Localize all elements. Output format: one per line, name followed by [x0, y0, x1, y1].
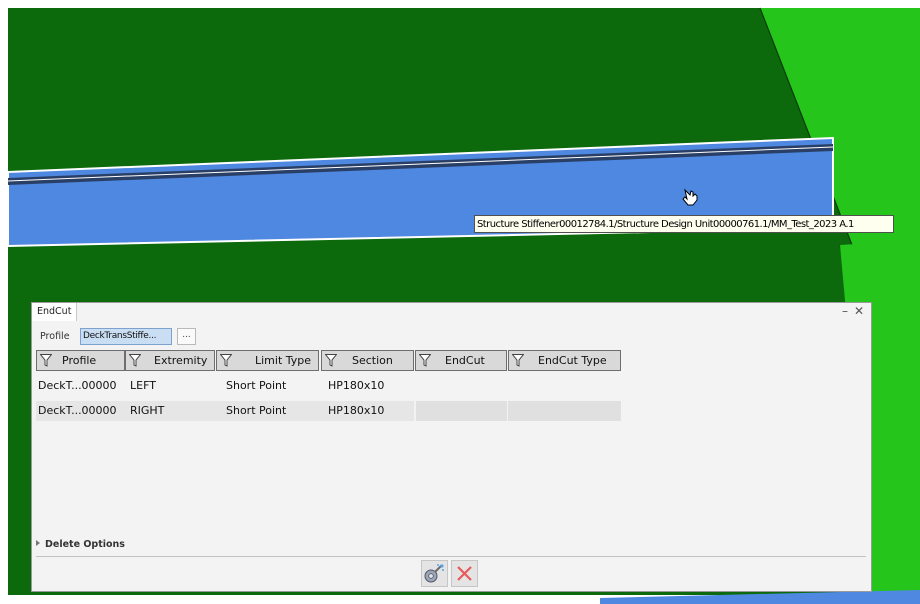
- cell-limit-type[interactable]: Short Point: [216, 401, 319, 421]
- profile-label: Profile: [40, 331, 70, 342]
- cell-profile[interactable]: DeckT...00000: [36, 401, 125, 421]
- object-path-tooltip: Structure Stiffener00012784.1/Structure …: [474, 215, 894, 233]
- cell-endcut-type[interactable]: [508, 376, 621, 396]
- cell-profile[interactable]: DeckT...00000: [36, 376, 125, 396]
- col-header-profile[interactable]: Profile: [36, 350, 125, 371]
- divider: [36, 556, 866, 557]
- minimize-icon[interactable]: –: [838, 303, 852, 321]
- panel-title: EndCut: [32, 303, 78, 321]
- col-header-label: Section: [352, 354, 393, 367]
- filter-icon[interactable]: [512, 354, 524, 367]
- col-header-label: Limit Type: [255, 354, 312, 367]
- filter-icon[interactable]: [40, 354, 52, 367]
- cell-limit-type[interactable]: Short Point: [224, 376, 319, 396]
- col-header-label: Profile: [62, 354, 97, 367]
- delete-options-label: Delete Options: [45, 539, 125, 550]
- cell-section[interactable]: HP180x10: [326, 376, 414, 396]
- filter-icon[interactable]: [325, 354, 337, 367]
- col-header-endcut[interactable]: EndCut: [415, 350, 507, 371]
- col-header-label: EndCut Type: [538, 354, 607, 367]
- panel-titlebar: EndCut – ✕: [32, 303, 871, 321]
- endcut-panel: EndCut – ✕ Profile DeckTransStiffe... ..…: [31, 302, 872, 592]
- apply-button[interactable]: [421, 560, 448, 587]
- col-header-limit-type[interactable]: Limit Type: [216, 350, 319, 371]
- cell-endcut[interactable]: [416, 401, 507, 421]
- cell-endcut-type[interactable]: [508, 401, 621, 421]
- col-header-extremity[interactable]: Extremity: [125, 350, 215, 371]
- profile-browse-button[interactable]: ...: [177, 328, 196, 345]
- delete-options-expander[interactable]: Delete Options: [36, 539, 125, 551]
- cell-extremity[interactable]: RIGHT: [125, 401, 216, 421]
- filter-icon[interactable]: [220, 354, 232, 367]
- col-header-label: EndCut: [445, 354, 485, 367]
- filter-icon[interactable]: [129, 354, 141, 367]
- cell-section[interactable]: HP180x10: [319, 401, 414, 421]
- col-header-endcut-type[interactable]: EndCut Type: [508, 350, 621, 371]
- expand-triangle-icon: [36, 540, 40, 546]
- profile-combo[interactable]: DeckTransStiffe...: [80, 328, 172, 345]
- cancel-button[interactable]: [451, 560, 478, 587]
- cell-endcut[interactable]: [416, 376, 507, 396]
- cell-extremity[interactable]: LEFT: [128, 376, 215, 396]
- col-header-label: Extremity: [154, 354, 208, 367]
- cancel-x-icon: [457, 566, 472, 581]
- filter-icon[interactable]: [419, 354, 431, 367]
- close-icon[interactable]: ✕: [852, 303, 866, 321]
- apply-magic-wand-icon: [424, 564, 444, 583]
- col-header-section[interactable]: Section: [321, 350, 414, 371]
